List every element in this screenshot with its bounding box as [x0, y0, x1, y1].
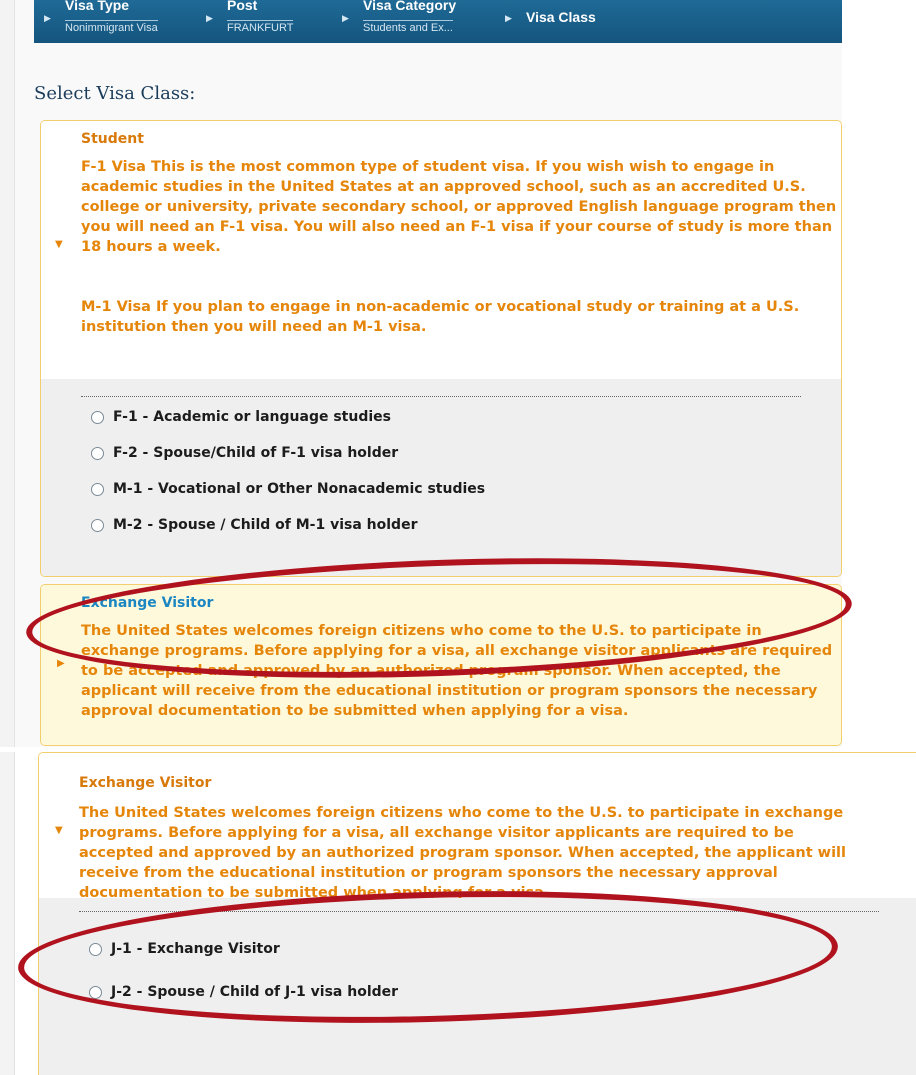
breadcrumb-step-title: Post [227, 0, 258, 13]
breadcrumb-arrow-icon: ▶ [44, 14, 51, 24]
option-label: M-1 - Vocational or Other Nonacademic st… [113, 481, 486, 497]
exchange-title: Exchange Visitor [81, 595, 214, 611]
option-label: F-1 - Academic or language studies [113, 409, 391, 425]
option-label: F-2 - Spouse/Child of F-1 visa holder [113, 445, 399, 461]
radio-option-m1[interactable]: M-1 - Vocational or Other Nonacademic st… [91, 478, 485, 500]
breadcrumb-arrow-icon: ▶ [505, 14, 512, 24]
breadcrumb: ▶ Visa Type Nonimmigrant Visa ▶ Post FRA… [34, 0, 842, 43]
student-description: F-1 Visa This is the most common type of… [81, 157, 841, 337]
breadcrumb-arrow-icon: ▶ [342, 14, 349, 24]
exchange-panel-header[interactable]: ▶ Exchange Visitor The United States wel… [41, 585, 841, 745]
radio-icon[interactable] [91, 446, 104, 460]
options-divider [81, 396, 801, 397]
student-f1-description: F-1 Visa This is the most common type of… [81, 159, 837, 255]
student-panel-header[interactable]: ▼ Student F-1 Visa This is the most comm… [41, 121, 841, 379]
screenshot-bottom: ▼ Exchange Visitor The United States wel… [0, 752, 916, 1075]
student-options: F-1 - Academic or language studies F-2 -… [41, 379, 841, 576]
exchange-panel-expanded: ▼ Exchange Visitor The United States wel… [38, 752, 916, 1075]
option-label: M-2 - Spouse / Child of M-1 visa holder [113, 517, 418, 533]
caret-down-icon: ▼ [55, 825, 63, 836]
exchange-panel-header[interactable]: ▼ Exchange Visitor The United States wel… [39, 753, 916, 901]
radio-option-j2[interactable]: J-2 - Spouse / Child of J-1 visa holder [89, 981, 398, 1003]
breadcrumb-arrow-icon: ▶ [206, 14, 213, 24]
radio-option-f2[interactable]: F-2 - Spouse/Child of F-1 visa holder [91, 442, 398, 464]
page-gutter [0, 752, 15, 1075]
exchange-panel-collapsed: ▶ Exchange Visitor The United States wel… [40, 584, 842, 746]
exchange-description-text: The United States welcomes foreign citiz… [79, 805, 846, 901]
screenshot-top: ▶ Visa Type Nonimmigrant Visa ▶ Post FRA… [0, 0, 916, 747]
exchange-description: The United States welcomes foreign citiz… [81, 621, 841, 721]
radio-icon[interactable] [89, 985, 102, 999]
breadcrumb-step-value: Nonimmigrant Visa [65, 20, 158, 34]
breadcrumb-step-title: Visa Class [526, 9, 596, 25]
breadcrumb-step-value: Students and Ex... [363, 20, 453, 34]
breadcrumb-step-title: Visa Category [363, 0, 457, 13]
caret-right-icon: ▶ [57, 658, 65, 669]
radio-icon[interactable] [91, 410, 104, 424]
radio-icon[interactable] [91, 482, 104, 496]
caret-down-icon: ▼ [55, 239, 63, 250]
page-title: Select Visa Class: [34, 83, 196, 104]
radio-icon[interactable] [91, 518, 104, 532]
radio-icon[interactable] [89, 942, 102, 956]
right-pane [842, 0, 916, 747]
breadcrumb-step-title: Visa Type [65, 0, 130, 13]
page-gutter [0, 0, 15, 747]
student-title: Student [81, 131, 144, 147]
options-divider [79, 911, 879, 912]
student-m1-description: M-1 Visa If you plan to engage in non-ac… [81, 299, 800, 335]
option-label: J-1 - Exchange Visitor [111, 941, 280, 957]
exchange-title: Exchange Visitor [79, 775, 212, 791]
radio-option-f1[interactable]: F-1 - Academic or language studies [91, 406, 391, 428]
radio-option-m2[interactable]: M-2 - Spouse / Child of M-1 visa holder [91, 514, 417, 536]
radio-option-j1[interactable]: J-1 - Exchange Visitor [89, 938, 280, 960]
breadcrumb-step-value: FRANKFURT [227, 20, 294, 34]
exchange-description-text: The United States welcomes foreign citiz… [81, 623, 833, 719]
student-panel: ▼ Student F-1 Visa This is the most comm… [40, 120, 842, 577]
exchange-options: J-1 - Exchange Visitor J-2 - Spouse / Ch… [39, 898, 916, 1075]
option-label: J-2 - Spouse / Child of J-1 visa holder [111, 984, 399, 1000]
exchange-description: The United States welcomes foreign citiz… [79, 803, 869, 903]
